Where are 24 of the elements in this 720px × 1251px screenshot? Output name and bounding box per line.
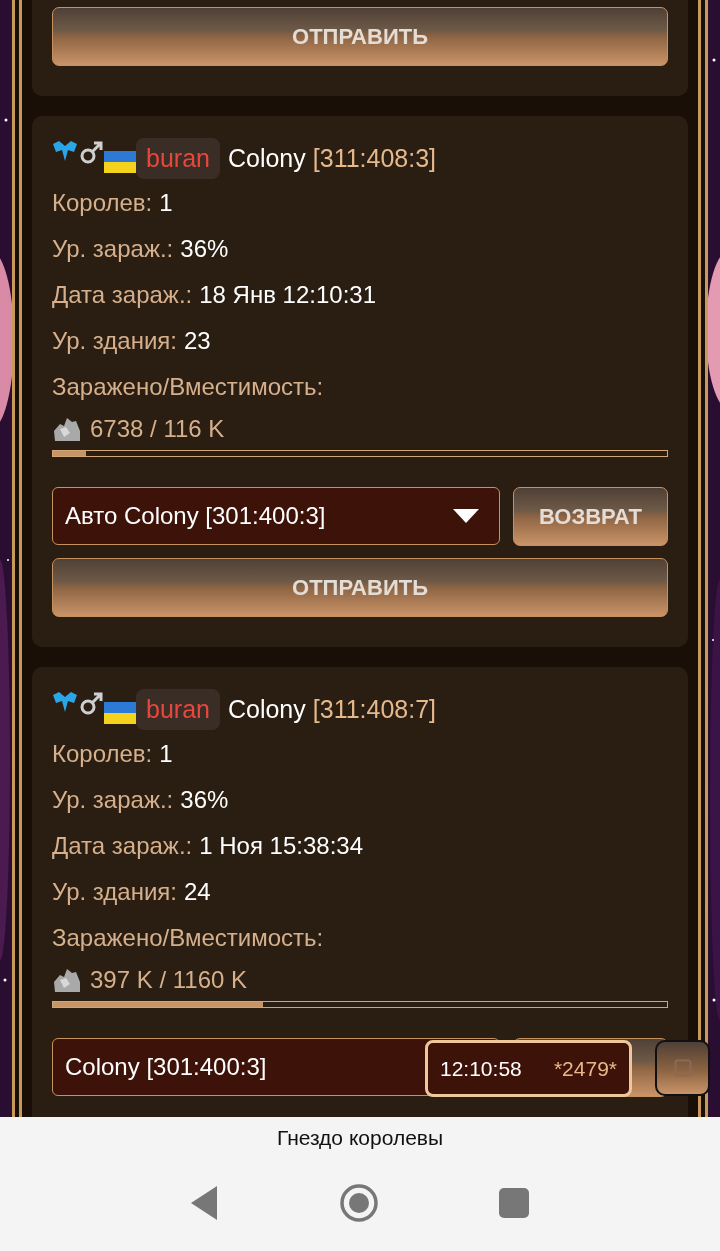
stat-label: Королев: (52, 740, 153, 768)
stat-value: 24 (184, 878, 211, 906)
stat-value: 18 Янв 12:10:31 (199, 281, 377, 309)
stat-label: Ур. здания: (52, 327, 177, 355)
stat-value: 1 Ноя 15:38:34 (199, 832, 364, 860)
colony-name: Colony (227, 694, 306, 724)
stat-label: Ур. зараж.: (52, 786, 174, 814)
stat-label: Дата зараж.: (52, 832, 193, 860)
stat-value: 23 (184, 327, 211, 355)
stat-value: 1 (159, 189, 173, 217)
capacity-label: Заражено/Вместимость: (52, 924, 324, 952)
app-title: Гнездо королевы (276, 1126, 444, 1150)
timer-code: *2479* (553, 1056, 617, 1081)
stat-label: Королев: (52, 189, 153, 217)
colony-name: Colony (227, 143, 306, 173)
capacity-value: 397 K / 1160 K (90, 966, 247, 994)
stat-label: Дата зараж.: (52, 281, 193, 309)
stat-value: 36% (180, 235, 229, 263)
capacity-value: 6738 / 116 K (90, 415, 225, 443)
stat-label: Ур. зараж.: (52, 235, 174, 263)
stat-label: Ур. здания: (52, 878, 177, 906)
capacity-label: Заражено/Вместимость: (52, 373, 324, 401)
stat-value: 36% (180, 786, 229, 814)
stat-value: 1 (159, 740, 173, 768)
